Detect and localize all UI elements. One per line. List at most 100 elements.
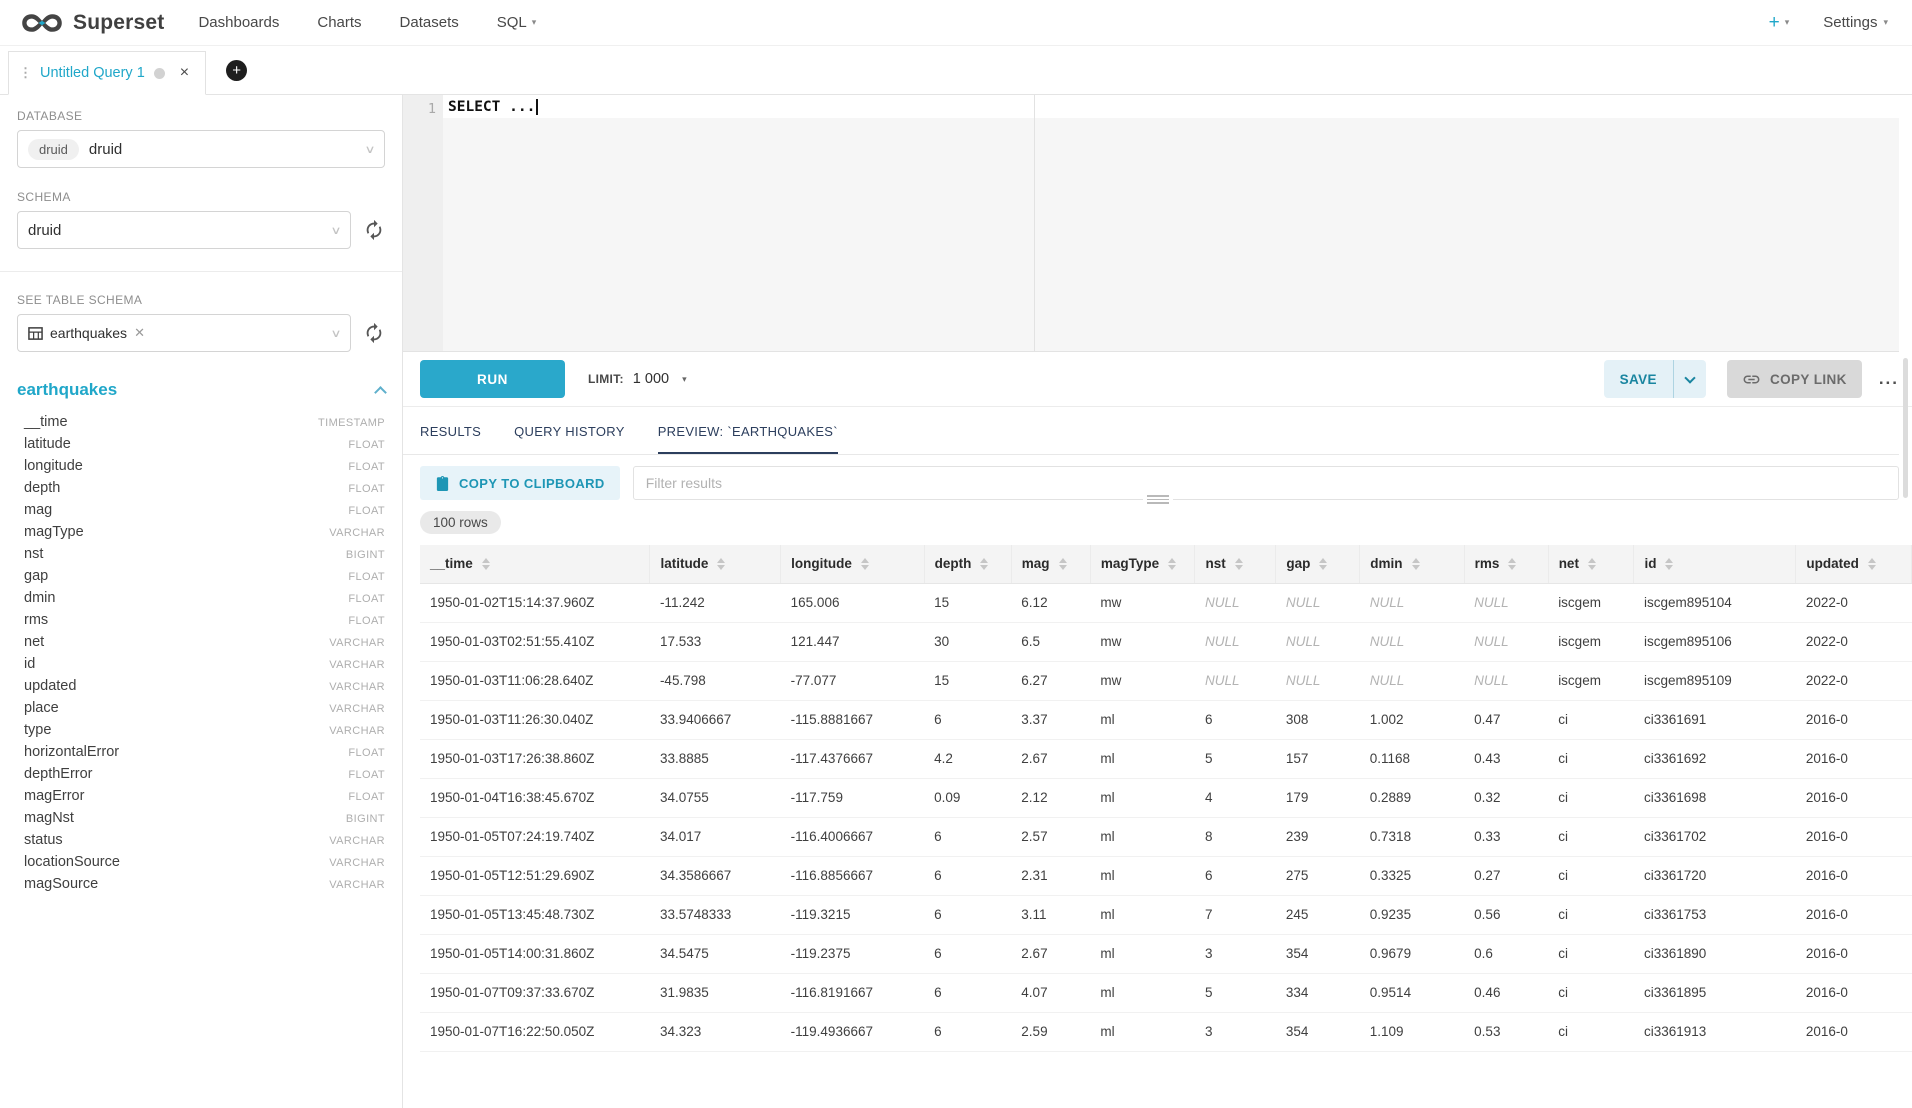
superset-logo[interactable]: Superset: [20, 10, 164, 36]
sort-icon[interactable]: [717, 558, 725, 570]
sort-icon[interactable]: [482, 558, 490, 570]
table-header-cell-depth[interactable]: depth: [924, 545, 1011, 583]
chevron-down-icon: [1684, 372, 1695, 383]
table-header-cell-time[interactable]: __time: [420, 545, 650, 583]
query-tab[interactable]: ⋮ Untitled Query 1 ×: [8, 51, 206, 95]
table-cell: 1950-01-05T07:24:19.740Z: [420, 817, 650, 856]
sort-icon[interactable]: [1508, 558, 1516, 570]
table-chip-label: earthquakes: [50, 325, 127, 341]
column-type: VARCHAR: [329, 879, 385, 891]
tab-query-history[interactable]: QUERY HISTORY: [514, 407, 625, 454]
table-cell: 1950-01-02T15:14:37.960Z: [420, 583, 650, 622]
column-name: dmin: [24, 590, 55, 606]
run-button[interactable]: RUN: [420, 360, 565, 398]
table-header-cell-mag[interactable]: mag: [1011, 545, 1090, 583]
database-select[interactable]: druid druid ∨: [17, 130, 385, 168]
new-item-button[interactable]: + ▾: [1769, 13, 1790, 32]
schema-column-row: dminFLOAT: [17, 590, 385, 612]
table-header-cell-magtype[interactable]: magType: [1090, 545, 1195, 583]
sort-icon[interactable]: [1059, 558, 1067, 570]
sql-editor[interactable]: 1 SELECT ...: [403, 95, 1899, 352]
table-cell: 0.2889: [1360, 778, 1464, 817]
table-cell: 0.33: [1464, 817, 1548, 856]
refresh-table-button[interactable]: [363, 322, 385, 344]
sort-icon[interactable]: [1588, 558, 1596, 570]
sort-icon[interactable]: [980, 558, 988, 570]
chevron-down-icon: ∨: [330, 327, 341, 340]
table-header-cell-latitude[interactable]: latitude: [650, 545, 781, 583]
sort-icon[interactable]: [861, 558, 869, 570]
copy-link-button[interactable]: COPY LINK: [1727, 360, 1862, 398]
tab-results[interactable]: RESULTS: [420, 407, 481, 454]
table-row: 1950-01-05T14:00:31.860Z34.5475-119.2375…: [420, 934, 1912, 973]
drag-handle-icon[interactable]: ⋮: [19, 65, 31, 81]
table-header-cell-updated[interactable]: updated: [1796, 545, 1912, 583]
sort-icon[interactable]: [1665, 558, 1673, 570]
brand-name: Superset: [73, 11, 164, 35]
table-select[interactable]: earthquakes ✕ ∨: [17, 314, 351, 352]
table-header-cell-id[interactable]: id: [1634, 545, 1796, 583]
sort-icon[interactable]: [1235, 558, 1243, 570]
column-type: BIGINT: [346, 549, 385, 561]
settings-menu[interactable]: Settings ▾: [1823, 14, 1888, 31]
sql-code: SELECT ...: [448, 99, 535, 115]
table-cell: ci3361698: [1634, 778, 1796, 817]
table-cell: -11.242: [650, 583, 781, 622]
sort-icon[interactable]: [1319, 558, 1327, 570]
copy-to-clipboard-button[interactable]: COPY TO CLIPBOARD: [420, 466, 620, 500]
table-row: 1950-01-05T07:24:19.740Z34.017-116.40066…: [420, 817, 1912, 856]
nav-item-sql[interactable]: SQL▾: [497, 14, 537, 31]
sort-icon[interactable]: [1868, 558, 1876, 570]
sort-icon[interactable]: [1168, 558, 1176, 570]
table-body: 1950-01-02T15:14:37.960Z-11.242165.00615…: [420, 583, 1912, 1051]
table-cell: 1950-01-04T16:38:45.670Z: [420, 778, 650, 817]
sort-down-icon: [1665, 565, 1673, 570]
save-button[interactable]: SAVE: [1604, 360, 1673, 398]
chevron-down-icon: ∨: [364, 143, 375, 156]
schema-select[interactable]: druid ∨: [17, 211, 351, 249]
schema-column-row: longitudeFLOAT: [17, 458, 385, 480]
tab-preview-earthquakes[interactable]: PREVIEW: `EARTHQUAKES`: [658, 407, 838, 454]
table-cell: 0.7318: [1360, 817, 1464, 856]
sort-up-icon: [1235, 558, 1243, 563]
table-header-cell-longitude[interactable]: longitude: [781, 545, 925, 583]
table-header-cell-net[interactable]: net: [1548, 545, 1634, 583]
save-options-button[interactable]: [1673, 360, 1706, 398]
close-icon[interactable]: ×: [180, 64, 189, 82]
table-header-cell-dmin[interactable]: dmin: [1360, 545, 1464, 583]
schema-column-row: magErrorFLOAT: [17, 788, 385, 810]
results-table-wrap: __timelatitudelongitudedepthmagmagType ns…: [420, 545, 1912, 1052]
collapse-chevron-up-icon[interactable]: [374, 386, 387, 399]
sort-icon[interactable]: [1412, 558, 1420, 570]
sort-down-icon: [1168, 565, 1176, 570]
table-cell: 2022-0: [1796, 583, 1912, 622]
refresh-schema-button[interactable]: [363, 219, 385, 241]
sort-up-icon: [1168, 558, 1176, 563]
more-options-button[interactable]: ...: [1879, 369, 1899, 389]
table-cell: ci3361692: [1634, 739, 1796, 778]
table-cell: 2022-0: [1796, 661, 1912, 700]
nav-item-dashboards[interactable]: Dashboards: [198, 14, 279, 31]
column-header-label: nst: [1205, 556, 1225, 571]
sort-up-icon: [1059, 558, 1067, 563]
column-header-label: dmin: [1370, 556, 1402, 571]
table-header-cell-nst[interactable]: nst: [1195, 545, 1276, 583]
nav-item-datasets[interactable]: Datasets: [400, 14, 459, 31]
column-name: status: [24, 832, 63, 848]
content: DATABASE druid druid ∨ SCHEMA druid ∨ SE…: [0, 95, 1912, 1108]
nav-item-charts[interactable]: Charts: [317, 14, 361, 31]
vertical-scrollbar-thumb[interactable]: [1903, 358, 1908, 498]
save-split-button: SAVE: [1604, 360, 1706, 398]
pane-resize-handle[interactable]: [1143, 493, 1173, 506]
schema-column-row: magTypeVARCHAR: [17, 524, 385, 546]
table-cell: 2.31: [1011, 856, 1090, 895]
new-query-tab-button[interactable]: +: [226, 60, 247, 81]
editor-code-area[interactable]: SELECT ...: [443, 95, 1899, 351]
table-header-cell-gap[interactable]: gap: [1276, 545, 1360, 583]
remove-table-icon[interactable]: ✕: [134, 325, 145, 341]
filter-results-input[interactable]: [633, 466, 1899, 500]
table-header-cell-rms[interactable]: rms: [1464, 545, 1548, 583]
column-name: mag: [24, 502, 52, 518]
table-cell: ml: [1090, 895, 1195, 934]
limit-control[interactable]: LIMIT: 1 000 ▾: [588, 371, 687, 387]
